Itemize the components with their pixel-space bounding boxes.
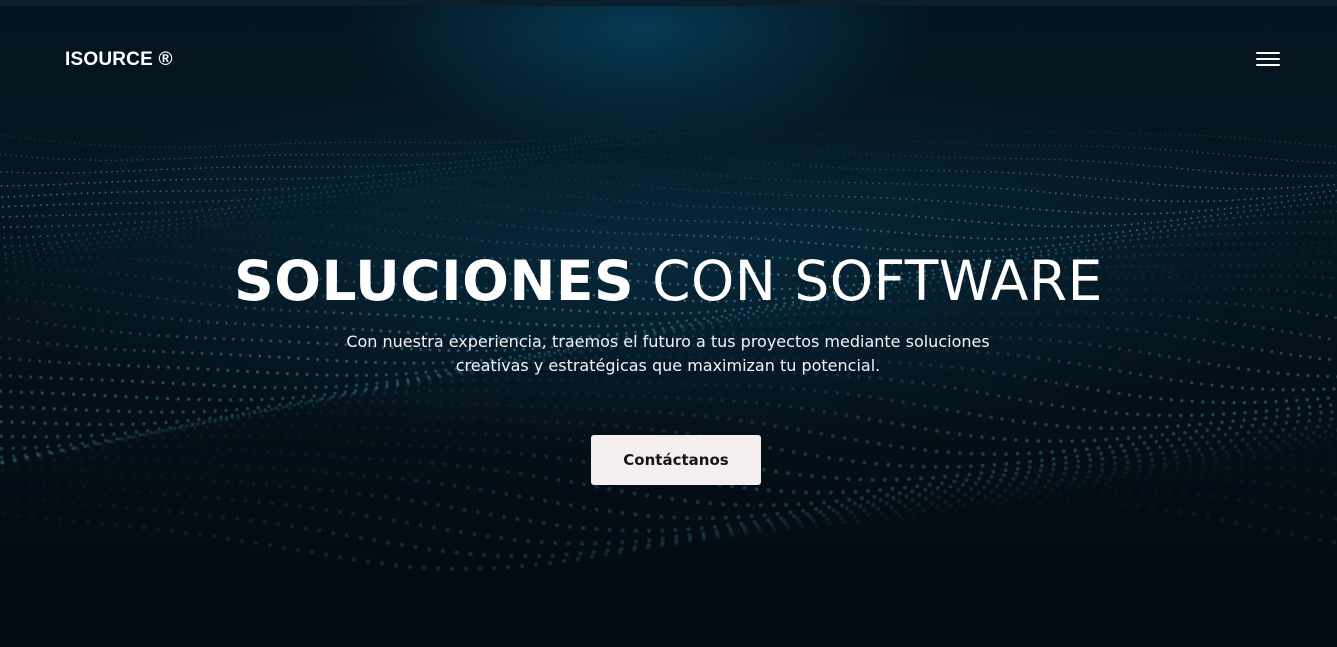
hero-section: ISOURCE ® SOLUCIONES CON SOFTWARE Con nu… [0, 0, 1337, 647]
hamburger-icon [1251, 48, 1285, 70]
particle-wave-background [0, 119, 1337, 572]
menu-button[interactable] [1251, 48, 1285, 70]
headline-light: CON SOFTWARE [652, 249, 1103, 313]
hero-headline: SOLUCIONES CON SOFTWARE [0, 248, 1337, 314]
contact-button[interactable]: Contáctanos [591, 435, 761, 485]
site-logo[interactable]: ISOURCE ® [65, 49, 173, 71]
headline-bold: SOLUCIONES [234, 249, 635, 313]
hero-subtitle: Con nuestra experiencia, traemos el futu… [346, 332, 990, 375]
